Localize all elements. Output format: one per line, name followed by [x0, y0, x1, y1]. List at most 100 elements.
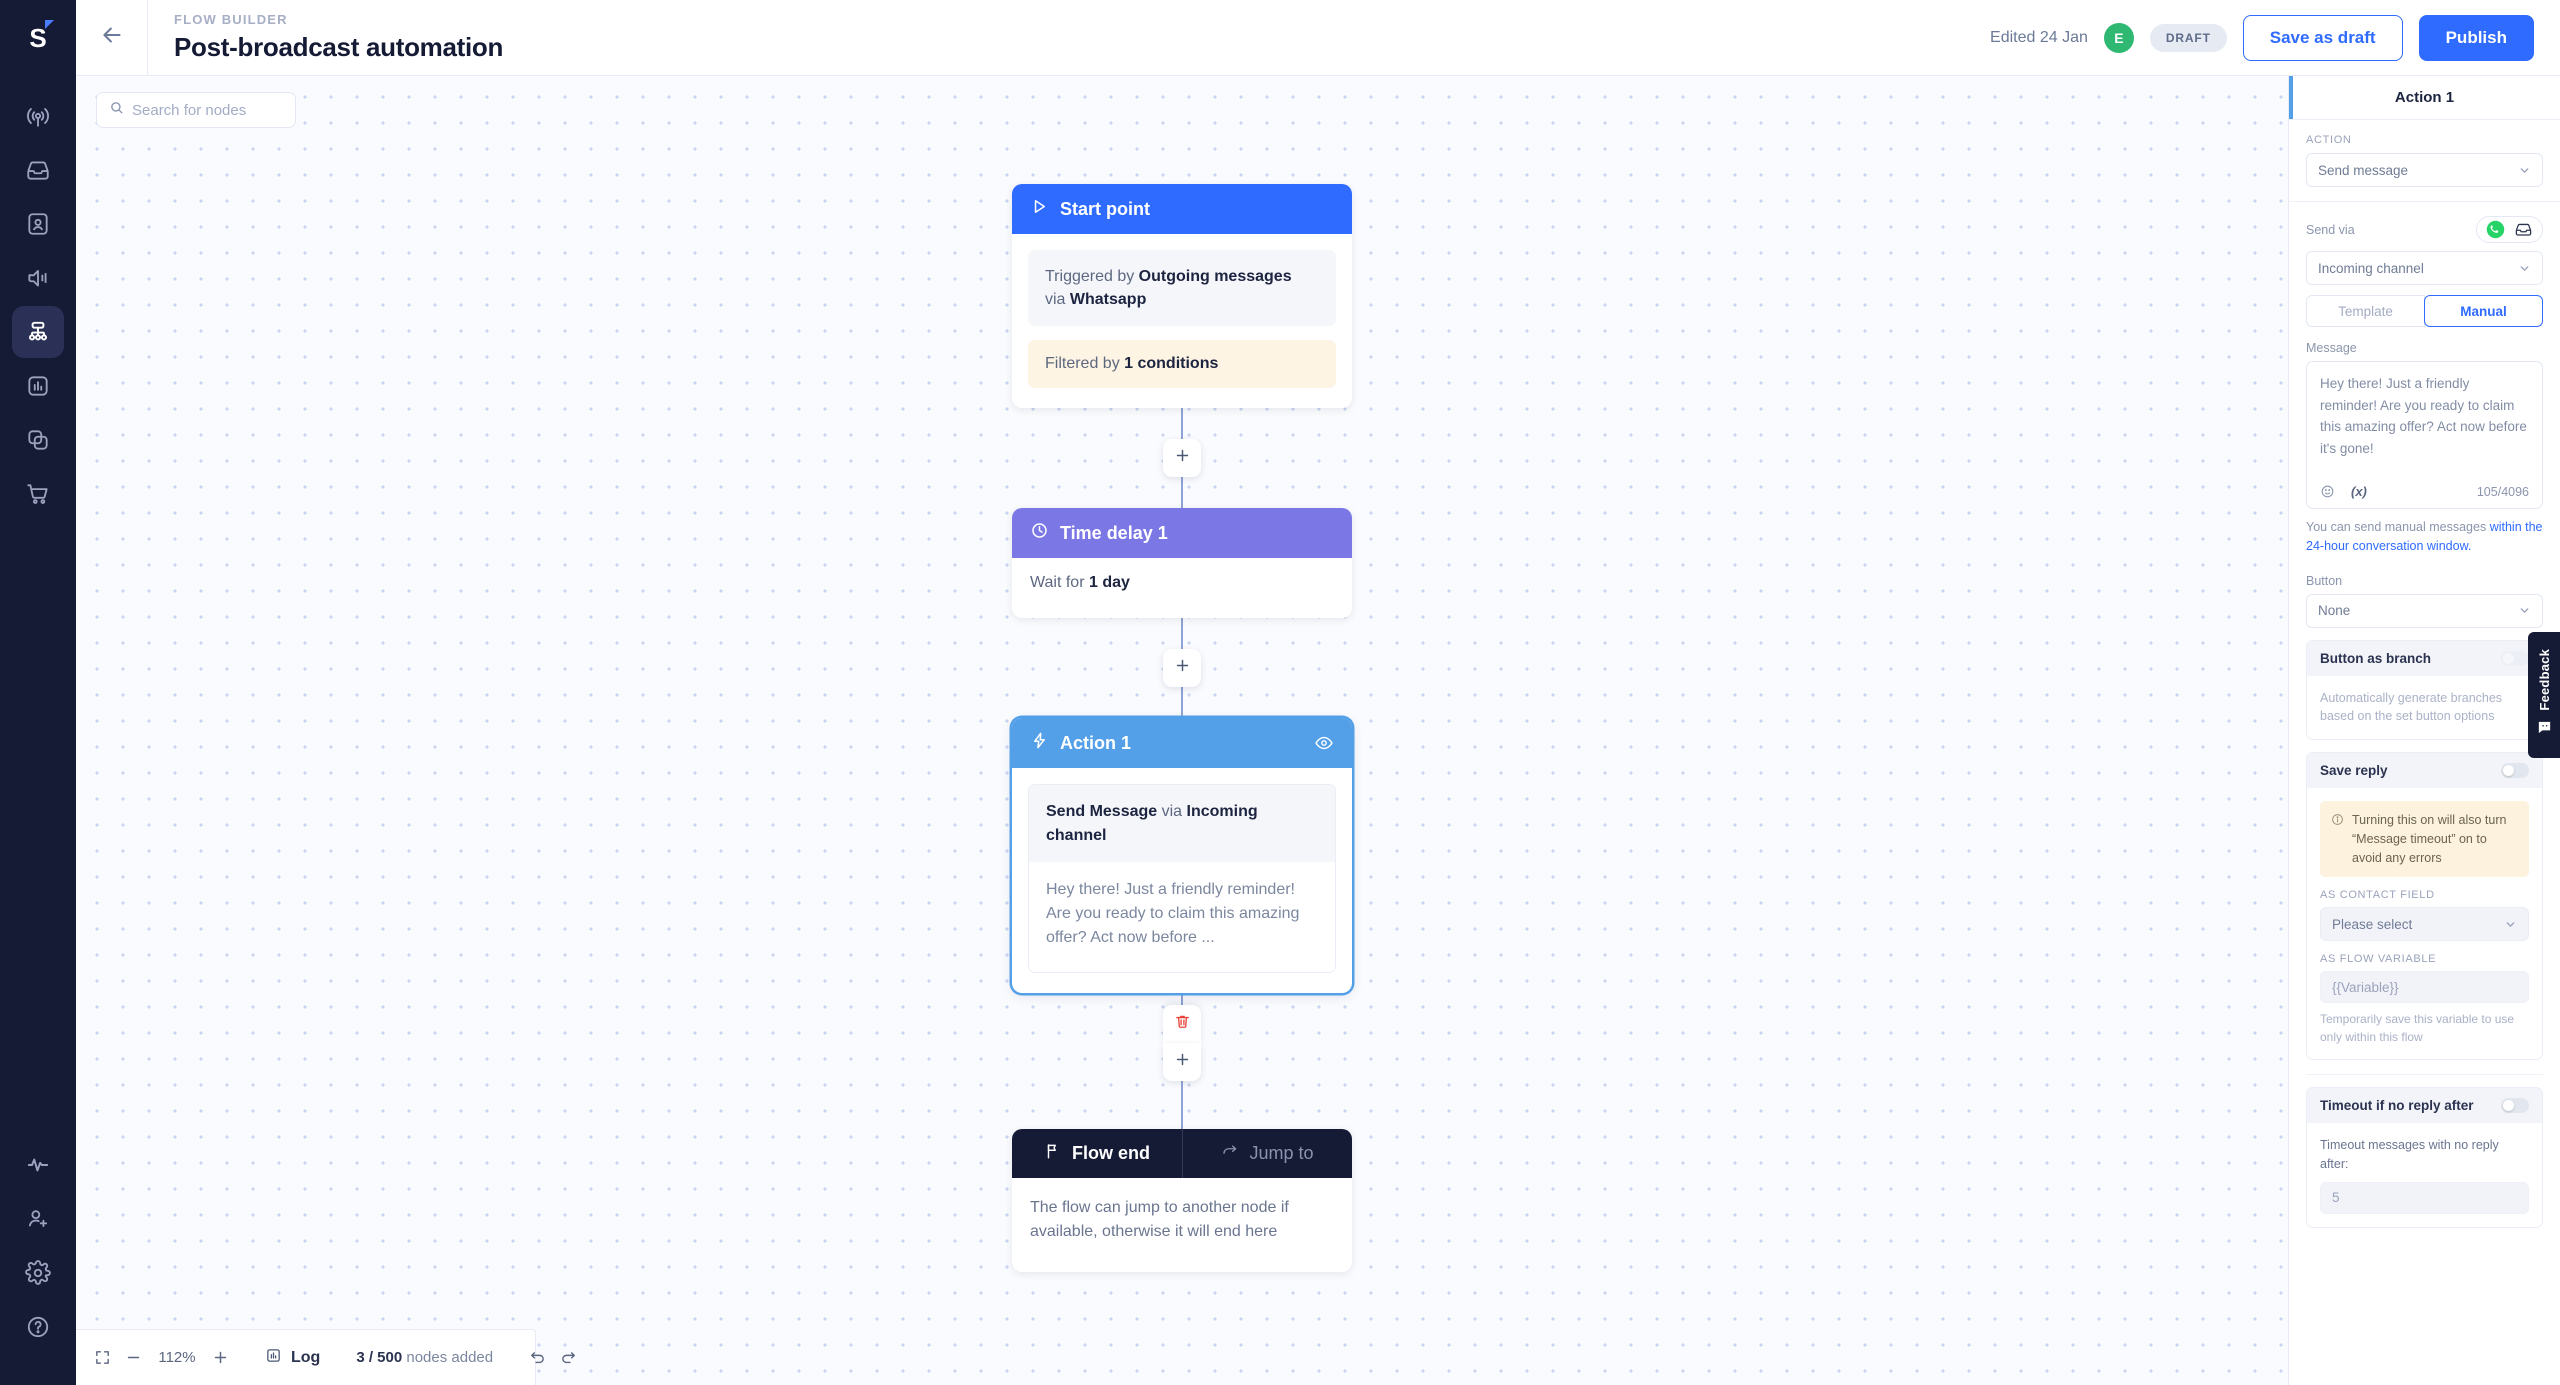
- emoji-icon[interactable]: [2320, 484, 2335, 499]
- save-reply-title: Save reply: [2320, 763, 2388, 778]
- button-as-branch-body: Automatically generate branches based on…: [2307, 676, 2542, 740]
- flow-builder-app: S FLOW BUILDER Post-broadcast automation…: [0, 0, 2560, 1385]
- flag-icon: [1044, 1142, 1062, 1165]
- channel-select[interactable]: Incoming channel: [2306, 251, 2543, 285]
- node-start-title: Start point: [1060, 198, 1150, 219]
- connector: [1181, 477, 1183, 509]
- sidebar-item-settings[interactable]: [12, 1247, 64, 1299]
- timeout-sub: Timeout messages with no reply after:: [2320, 1138, 2499, 1171]
- flow-canvas[interactable]: Start point Triggered by Outgoing messag…: [76, 76, 2288, 1385]
- gear-icon: [25, 1260, 51, 1286]
- hint-prefix: You can send manual messages: [2306, 520, 2490, 534]
- button-as-branch-toggle[interactable]: [2501, 650, 2529, 666]
- main-area: FLOW BUILDER Post-broadcast automation E…: [76, 0, 2560, 1385]
- tab-jump-to[interactable]: Jump to: [1182, 1128, 1352, 1178]
- app-logo[interactable]: S: [0, 0, 76, 76]
- action-label: ACTION: [2306, 134, 2352, 146]
- activity-icon: [25, 1152, 51, 1178]
- add-node-button-1[interactable]: [1163, 439, 1201, 478]
- plus-icon: [1174, 657, 1191, 679]
- canvas-bottom-toolbar: 112% Log 3 / 500 nodes added: [76, 1329, 575, 1385]
- zoom-out-button[interactable]: [125, 1349, 142, 1366]
- integrations-icon: [25, 427, 51, 453]
- add-node-button-2[interactable]: [1163, 649, 1201, 688]
- send-via-label: Send via: [2306, 222, 2355, 237]
- flow-variable-note: Temporarily save this variable to use on…: [2320, 1012, 2515, 1045]
- message-text[interactable]: Hey there! Just a friendly reminder! Are…: [2320, 373, 2529, 476]
- publish-button[interactable]: Publish: [2418, 14, 2534, 61]
- redo-button[interactable]: [560, 1349, 577, 1366]
- action-summary-mid: via: [1157, 803, 1187, 821]
- sidebar-item-activity[interactable]: [12, 1139, 64, 1191]
- history-controls: [511, 1330, 595, 1385]
- contact-field-select[interactable]: Please select: [2320, 907, 2529, 942]
- undo-button[interactable]: [529, 1349, 546, 1366]
- node-start-body: Triggered by Outgoing messages via Whats…: [1012, 234, 1352, 408]
- timeout-toggle[interactable]: [2501, 1098, 2529, 1114]
- feedback-tab[interactable]: Feedback: [2528, 632, 2560, 758]
- trash-icon: [1174, 1013, 1191, 1035]
- button-as-branch-title: Button as branch: [2320, 650, 2432, 666]
- preview-eye-icon[interactable]: [1314, 733, 1334, 753]
- fit-to-screen-button[interactable]: [94, 1349, 111, 1366]
- whatsapp-icon[interactable]: [2486, 220, 2505, 239]
- panel-title: Action 1: [2289, 76, 2560, 120]
- tab-manual[interactable]: Manual: [2424, 295, 2543, 327]
- trigger-summary: Triggered by Outgoing messages via Whats…: [1028, 250, 1336, 327]
- tab-flow-end[interactable]: Flow end: [1012, 1129, 1182, 1178]
- avatar[interactable]: E: [2103, 22, 2134, 53]
- info-icon: [2331, 811, 2344, 867]
- arrow-left-icon: [99, 22, 125, 53]
- message-editor[interactable]: Hey there! Just a friendly reminder! Are…: [2306, 361, 2543, 509]
- variable-icon[interactable]: (x): [2351, 484, 2367, 499]
- chevron-down-icon: [2518, 604, 2531, 617]
- search-nodes-box[interactable]: [96, 92, 296, 128]
- bolt-icon: [1030, 731, 1049, 755]
- save-reply-warning: Turning this on will also turn “Message …: [2320, 801, 2529, 878]
- end-node-description: The flow can jump to another node if ava…: [1030, 1198, 1289, 1240]
- sidebar-item-inbox[interactable]: [12, 144, 64, 196]
- node-count-value: 3 / 500: [356, 1349, 403, 1366]
- back-button[interactable]: [76, 0, 148, 76]
- search-input[interactable]: [132, 101, 283, 119]
- manual-message-hint: You can send manual messages within the …: [2306, 518, 2543, 556]
- timeout-value-input[interactable]: 5: [2320, 1181, 2529, 1214]
- flow-variable-input[interactable]: {{Variable}}: [2320, 971, 2529, 1004]
- wait-value: 1 day: [1088, 574, 1130, 592]
- node-start-point[interactable]: Start point Triggered by Outgoing messag…: [1012, 184, 1352, 409]
- button-select[interactable]: None: [2306, 593, 2543, 628]
- sidebar-item-integrations[interactable]: [12, 414, 64, 466]
- node-time-delay[interactable]: Time delay 1 Wait for 1 day: [1012, 508, 1352, 619]
- sidebar-item-analytics[interactable]: [12, 360, 64, 412]
- sidebar-item-flow-builder[interactable]: [12, 306, 64, 358]
- add-node-button-3[interactable]: [1163, 1042, 1201, 1081]
- sidebar-item-help[interactable]: [12, 1301, 64, 1353]
- action-select[interactable]: Send message: [2306, 153, 2543, 187]
- sidebar-item-contacts[interactable]: [12, 198, 64, 250]
- node-count-suffix: nodes added: [402, 1349, 494, 1366]
- breadcrumb: FLOW BUILDER: [174, 12, 288, 28]
- button-as-branch-card: Button as branch Automatically generate …: [2306, 639, 2543, 740]
- inbox-channel-icon[interactable]: [2514, 220, 2533, 239]
- node-delay-title: Time delay 1: [1060, 522, 1168, 543]
- message-section: Message Hey there! Just a friendly remin…: [2289, 341, 2560, 570]
- jump-arrow-icon: [1221, 1142, 1239, 1165]
- sidebar-item-invite[interactable]: [12, 1193, 64, 1245]
- top-bar-actions: Edited 24 Jan E DRAFT Save as draft Publ…: [1990, 14, 2560, 61]
- panel-scroll-area[interactable]: ACTION Send message Send via Incoming ch…: [2289, 120, 2560, 1385]
- tab-template[interactable]: Template: [2306, 295, 2425, 327]
- sidebar-item-campaigns[interactable]: [12, 252, 64, 304]
- node-flow-end[interactable]: Flow end Jump to The flow can jump to an…: [1012, 1128, 1352, 1272]
- timeout-body: Timeout messages with no reply after: 5: [2307, 1123, 2542, 1227]
- node-action-1[interactable]: Action 1 Send Message via Incoming chann…: [1012, 718, 1352, 993]
- contact-field-label: AS CONTACT FIELD: [2320, 889, 2435, 902]
- zoom-in-button[interactable]: [212, 1349, 229, 1366]
- save-reply-header: Save reply: [2307, 753, 2542, 788]
- save-reply-toggle[interactable]: [2501, 763, 2529, 778]
- sidebar-item-broadcast[interactable]: [12, 90, 64, 142]
- flow-graph: Start point Triggered by Outgoing messag…: [1012, 76, 1352, 1272]
- sidebar-item-commerce[interactable]: [12, 468, 64, 520]
- log-button[interactable]: Log: [265, 1347, 320, 1369]
- save-as-draft-button[interactable]: Save as draft: [2242, 14, 2403, 61]
- delete-node-button[interactable]: [1163, 1004, 1201, 1043]
